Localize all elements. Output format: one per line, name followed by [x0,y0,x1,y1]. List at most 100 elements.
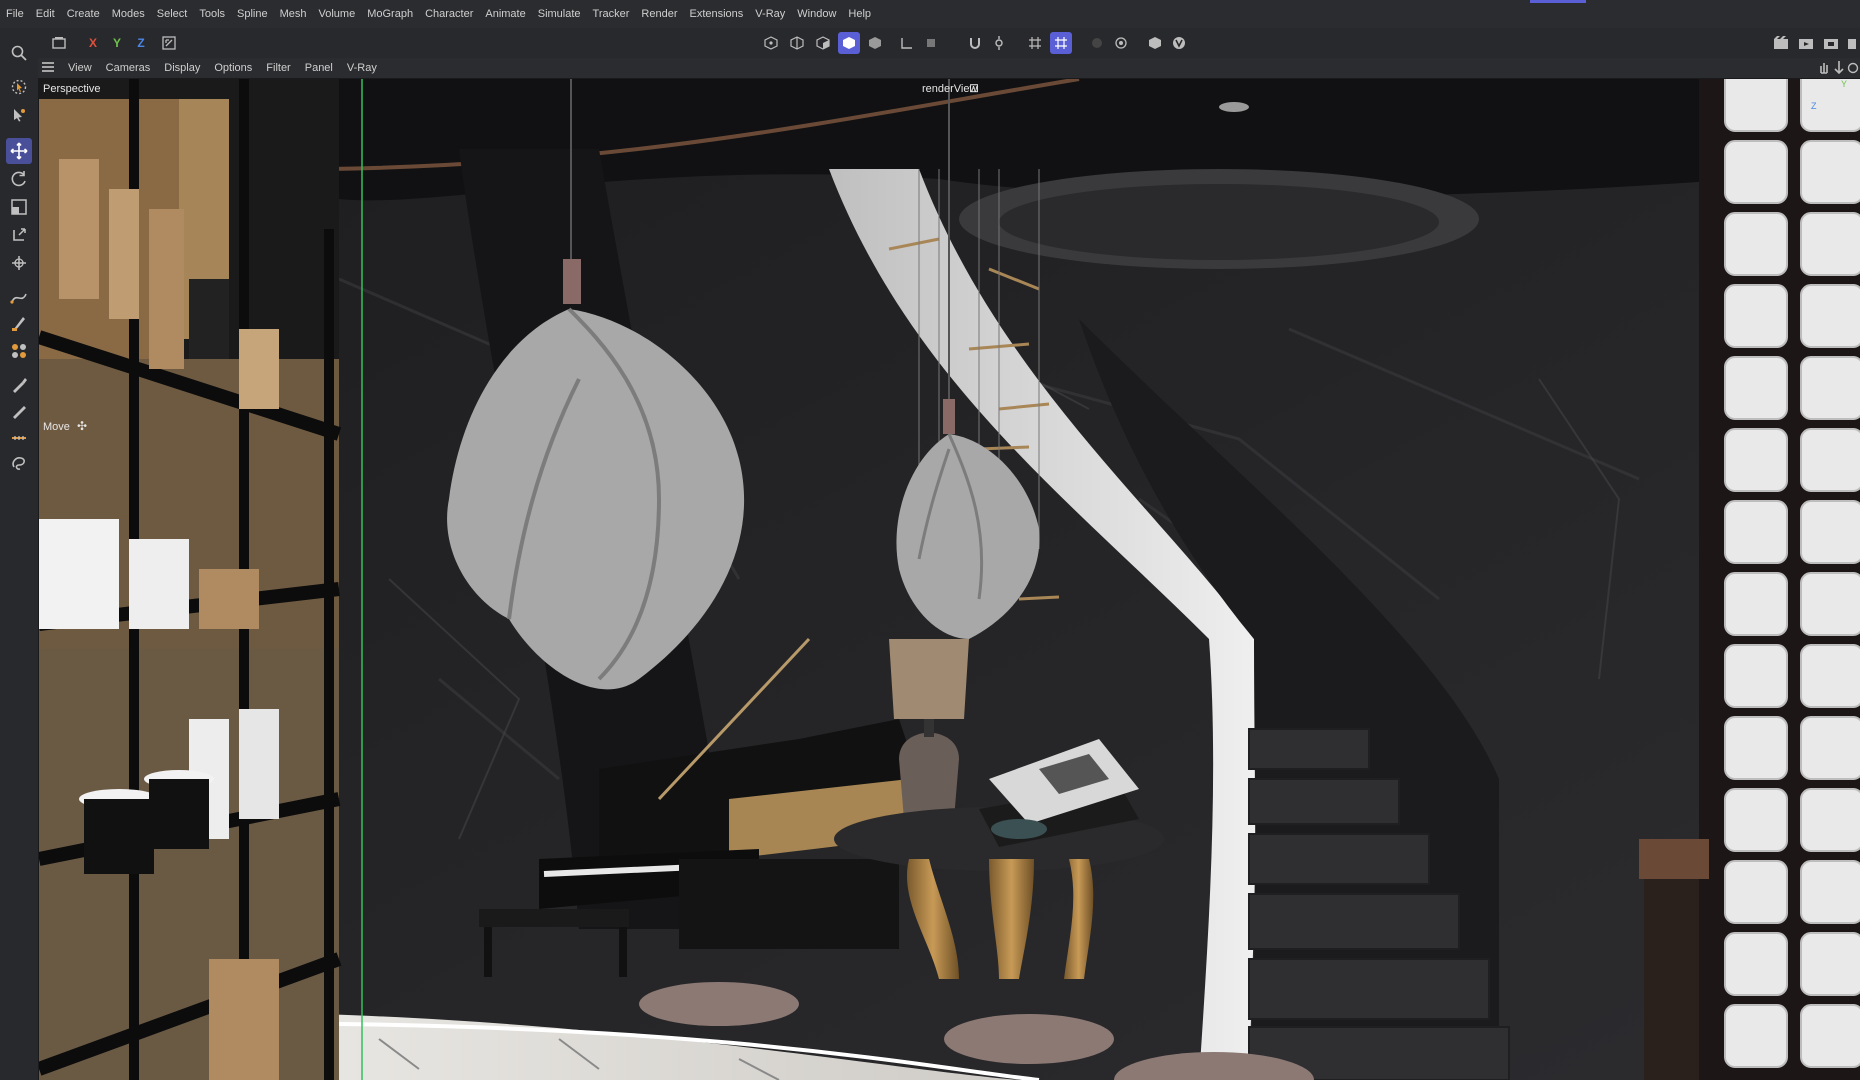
screen-tile [1800,644,1860,708]
screen-tile [1800,284,1860,348]
snap-settings-icon[interactable] [988,32,1010,54]
screen-tile [1800,356,1860,420]
model-mode-icon[interactable] [838,32,860,54]
screen-tile [1724,212,1788,276]
screen-tile [1724,79,1788,132]
polygons-mode-icon[interactable] [812,32,834,54]
screen-tile [1724,644,1788,708]
menu-extensions[interactable]: Extensions [683,8,749,20]
screen-tile [1724,1004,1788,1068]
screen-tile [1724,428,1788,492]
screen-tile [1724,572,1788,636]
render-settings-icon[interactable] [1144,32,1166,54]
render-view-icon[interactable] [1770,32,1792,54]
menu-select[interactable]: Select [151,8,194,20]
render-settings-overflow-icon[interactable] [1845,32,1859,54]
viewmenu-filter[interactable]: Filter [259,62,297,74]
move-hud-icon: ✣ [77,419,88,433]
edges-mode-icon[interactable] [786,32,808,54]
axis-z-toggle[interactable]: Z [130,32,152,54]
live-selection-icon[interactable] [6,74,32,100]
workplane-icon[interactable] [896,32,918,54]
axis-y-toggle[interactable]: Y [106,32,128,54]
scale-tool-icon[interactable] [6,194,32,220]
rotate-view-icon[interactable] [1847,61,1859,77]
undo-history-icon[interactable] [48,32,70,54]
screen-tile [1800,428,1860,492]
grid-snap-active-icon[interactable] [1050,32,1072,54]
menu-tools[interactable]: Tools [193,8,231,20]
menu-character[interactable]: Character [419,8,479,20]
viewmenu-display[interactable]: Display [157,62,207,74]
move-axis-tool-icon[interactable] [6,222,32,248]
screen-tile [1724,500,1788,564]
screen-tile [1800,140,1860,204]
knife-tool-icon[interactable] [6,398,32,424]
selection-tools-icon[interactable] [6,102,32,128]
menu-mesh[interactable]: Mesh [274,8,313,20]
perspective-viewport[interactable]: Perspective renderView ⊡ Move ✣ Z Y [39,79,1860,1080]
screen-tile [1724,140,1788,204]
screen-tile [1800,860,1860,924]
left-tool-palette [0,45,39,1080]
viewmenu-vray[interactable]: V-Ray [340,62,384,74]
workplane-lock-icon[interactable] [920,32,942,54]
layout-tab-highlight [1530,0,1586,3]
snap-magnet-icon[interactable] [964,32,986,54]
move-tool-icon[interactable] [6,138,32,164]
menu-edit[interactable]: Edit [30,8,61,20]
brush-tool-icon[interactable] [6,372,32,398]
menu-spline[interactable]: Spline [231,8,274,20]
screen-tile [1724,788,1788,852]
screen-tile [1724,932,1788,996]
vray-logo-icon[interactable] [1168,32,1190,54]
grid-snap-icon[interactable] [1024,32,1046,54]
menu-simulate[interactable]: Simulate [532,8,587,20]
viewport-menubar: View Cameras Display Options Filter Pane… [38,58,1860,79]
menu-file[interactable]: File [0,8,30,20]
viewport-panel-menu-icon[interactable] [38,61,61,75]
rotate-tool-icon[interactable] [6,166,32,192]
spline-pen-icon[interactable] [6,284,32,310]
render-active-view-icon[interactable] [1795,32,1817,54]
soft-selection-icon[interactable] [1086,32,1108,54]
viewmenu-options[interactable]: Options [207,62,259,74]
render-to-picture-viewer-icon[interactable] [1820,32,1842,54]
rendered-scene [39,79,1860,1080]
main-toolbar: X Y Z [0,28,1860,59]
viewmenu-cameras[interactable]: Cameras [99,62,158,74]
lasso-tool-icon[interactable] [6,450,32,476]
viewmenu-panel[interactable]: Panel [298,62,340,74]
menu-render[interactable]: Render [635,8,683,20]
search-icon[interactable] [6,40,32,66]
points-mode-icon[interactable] [760,32,782,54]
object-mode-icon[interactable] [864,32,886,54]
viewmenu-view[interactable]: View [61,62,99,74]
screen-tile [1800,932,1860,996]
screen-tile [1724,284,1788,348]
menu-create[interactable]: Create [61,8,106,20]
screen-tile [1800,788,1860,852]
menu-mograph[interactable]: MoGraph [361,8,419,20]
menu-animate[interactable]: Animate [479,8,531,20]
coordinate-system-icon[interactable] [158,32,180,54]
menu-vray[interactable]: V-Ray [749,8,791,20]
axis-x-toggle[interactable]: X [82,32,104,54]
menu-volume[interactable]: Volume [313,8,362,20]
transform-tool-icon[interactable] [6,250,32,276]
render-view-lock-icon: ⊡ [969,81,980,95]
symmetry-icon[interactable] [1110,32,1132,54]
measure-tool-icon[interactable] [6,424,32,450]
screen-tile [1800,1004,1860,1068]
screen-tile [1724,356,1788,420]
menu-modes[interactable]: Modes [106,8,151,20]
menu-window[interactable]: Window [791,8,842,20]
menu-tracker[interactable]: Tracker [587,8,636,20]
pan-view-icon[interactable] [1818,61,1830,77]
menu-help[interactable]: Help [842,8,877,20]
primitive-objects-icon[interactable] [6,338,32,364]
sketch-tool-icon[interactable] [6,310,32,336]
screen-tile [1800,500,1860,564]
zoom-view-icon[interactable] [1833,61,1845,77]
hud-tool-label: Move [43,421,70,433]
